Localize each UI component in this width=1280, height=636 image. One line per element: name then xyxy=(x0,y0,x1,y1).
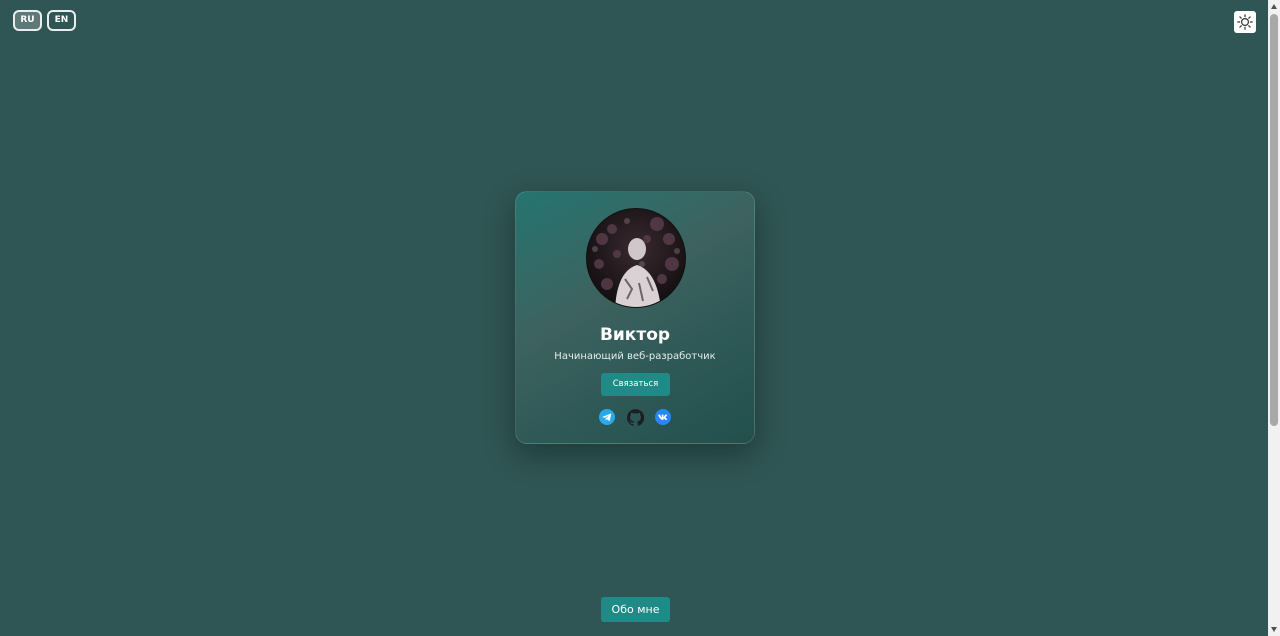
vk-link[interactable] xyxy=(654,408,672,426)
scrollbar-thumb[interactable] xyxy=(1270,14,1278,426)
about-me-button[interactable]: Обо мне xyxy=(601,597,670,622)
lang-ru-button[interactable]: RU xyxy=(13,10,42,31)
language-switcher: RU EN xyxy=(13,10,76,31)
avatar xyxy=(586,208,686,308)
scroll-down-icon[interactable] xyxy=(1271,627,1277,632)
scroll-up-icon[interactable] xyxy=(1271,4,1277,9)
theme-toggle-button[interactable] xyxy=(1234,11,1256,33)
contact-button[interactable]: Связаться xyxy=(601,373,670,396)
social-links xyxy=(516,408,754,426)
vk-icon xyxy=(655,409,671,425)
github-link[interactable] xyxy=(626,408,644,426)
profile-name: Виктор xyxy=(599,325,671,345)
telegram-link[interactable] xyxy=(598,408,616,426)
github-icon xyxy=(626,408,644,426)
telegram-icon xyxy=(599,409,615,425)
sun-icon xyxy=(1237,14,1253,30)
vertical-scrollbar[interactable] xyxy=(1268,0,1280,636)
profile-card: Виктор Начинающий веб-разработчик Связат… xyxy=(515,191,755,444)
lang-en-button[interactable]: EN xyxy=(47,10,76,31)
page: RU EN Виктор Начинающий веб-разработчик … xyxy=(0,0,1280,636)
profile-role: Начинающий веб-разработчик xyxy=(554,351,716,362)
